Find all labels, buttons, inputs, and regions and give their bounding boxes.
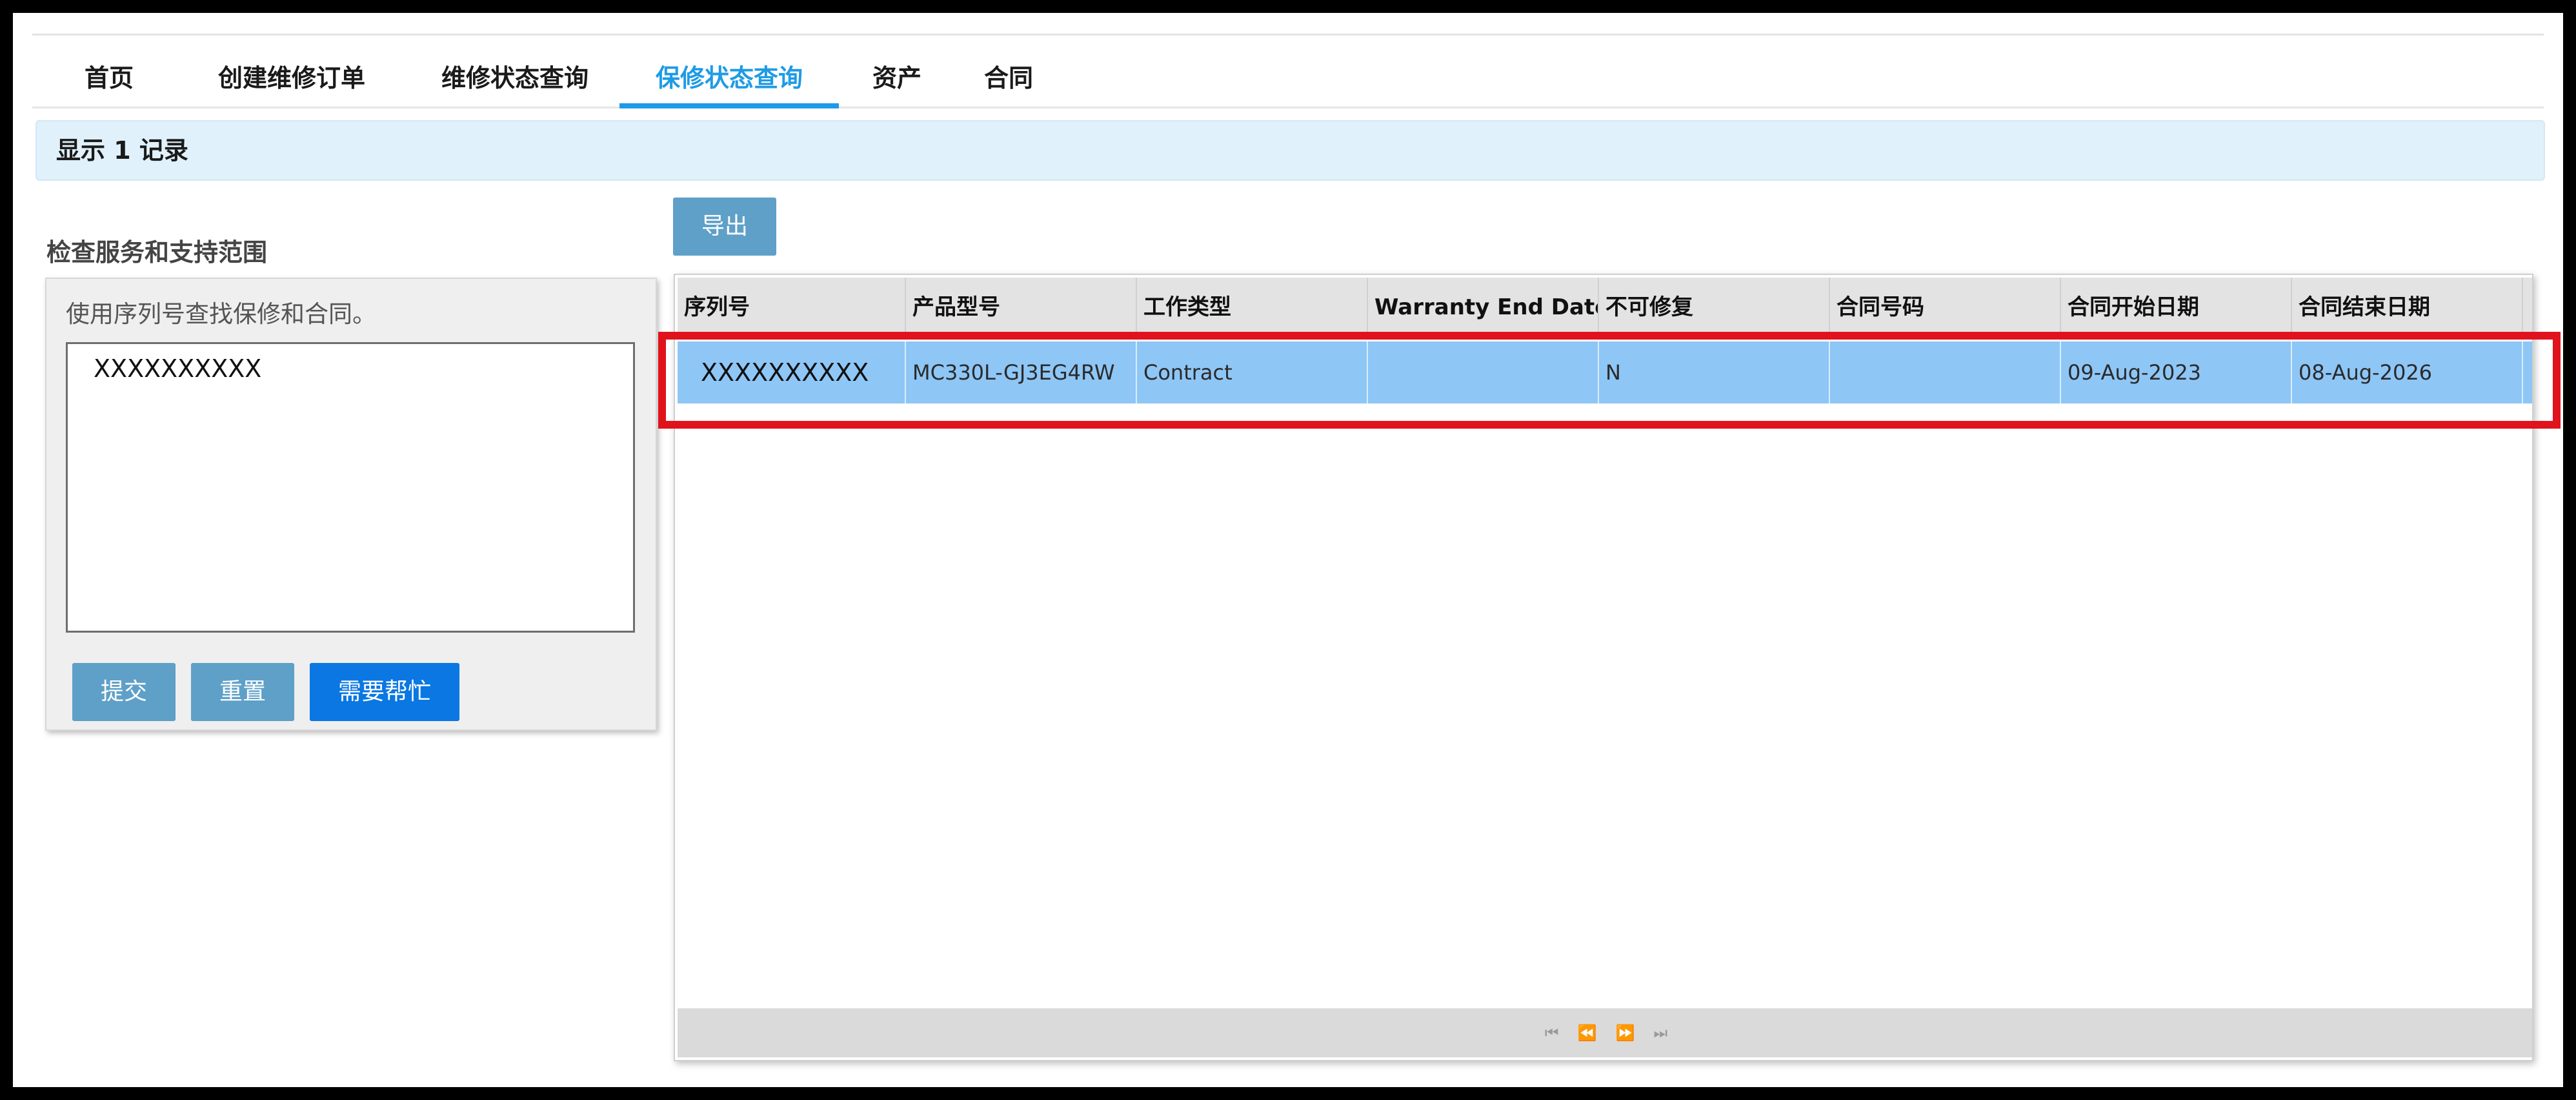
column-header-contract-number[interactable]: 合同号码	[1830, 278, 2061, 337]
help-button[interactable]: 需要帮忙	[310, 663, 459, 721]
top-divider	[32, 34, 2544, 36]
serial-search-panel: 使用序列号查找保修和合同。 提交 重置 需要帮忙	[45, 278, 657, 731]
serial-number-input[interactable]	[66, 342, 635, 633]
column-header-contract-end[interactable]: 合同结束日期	[2292, 278, 2523, 337]
grid-header: 序列号 产品型号 工作类型 Warranty End Date 不可修复 合同号…	[678, 278, 2532, 337]
grid-pager: ⏮ ⏪ ⏩ ⏭	[678, 1008, 2532, 1057]
next-page-icon[interactable]: ⏩	[1616, 1008, 1635, 1057]
app-frame: 首页 创建维修订单 维修状态查询 保修状态查询 资产 合同 显示 1 记录 检查…	[13, 13, 2563, 1087]
coverage-title: 检查服务和支持范围	[46, 238, 268, 267]
nav-home[interactable]: 首页	[74, 50, 145, 108]
column-header-unrepairable[interactable]: 不可修复	[1599, 278, 1830, 337]
main-nav: 首页 创建维修订单 维修状态查询 保修状态查询 资产 合同	[32, 50, 2544, 108]
reset-button[interactable]: 重置	[191, 663, 294, 721]
column-header-warranty-end[interactable]: Warranty End Date	[1368, 278, 1599, 337]
cell-work-type: Contract	[1137, 341, 1368, 403]
cell-contract-end: 08-Aug-2026	[2292, 341, 2523, 403]
cell-warranty-end	[1368, 341, 1599, 403]
nav-create-repair-order[interactable]: 创建维修订单	[201, 50, 382, 108]
cell-contract-number	[1830, 341, 2061, 403]
cell-model: MC330L-GJ3EG4RW	[906, 341, 1137, 403]
nav-warranty-status[interactable]: 保修状态查询	[619, 50, 839, 108]
column-header-work-type[interactable]: 工作类型	[1137, 278, 1368, 337]
cell-unrepairable: N	[1599, 341, 1830, 403]
submit-button[interactable]: 提交	[72, 663, 176, 721]
nav-repair-status[interactable]: 维修状态查询	[425, 50, 605, 108]
first-page-icon[interactable]: ⏮	[1545, 1008, 1559, 1057]
record-count-banner: 显示 1 记录	[35, 120, 2545, 181]
column-header-serial[interactable]: 序列号	[678, 278, 906, 337]
prev-page-icon[interactable]: ⏪	[1578, 1008, 1597, 1057]
cell-contract-start: 09-Aug-2023	[2061, 341, 2292, 403]
nav-assets[interactable]: 资产	[861, 50, 932, 108]
table-row[interactable]: XXXXXXXXXX MC330L-GJ3EG4RW Contract N 09…	[678, 341, 2532, 403]
last-page-icon[interactable]: ⏭	[1654, 1008, 1668, 1057]
results-grid: 序列号 产品型号 工作类型 Warranty End Date 不可修复 合同号…	[674, 274, 2533, 1061]
column-header-contract-start[interactable]: 合同开始日期	[2061, 278, 2292, 337]
column-header-model[interactable]: 产品型号	[906, 278, 1137, 337]
cell-serial: XXXXXXXXXX	[678, 341, 906, 403]
serial-search-hint: 使用序列号查找保修和合同。	[66, 300, 376, 328]
nav-contracts[interactable]: 合同	[973, 50, 1044, 108]
export-button[interactable]: 导出	[673, 198, 776, 256]
